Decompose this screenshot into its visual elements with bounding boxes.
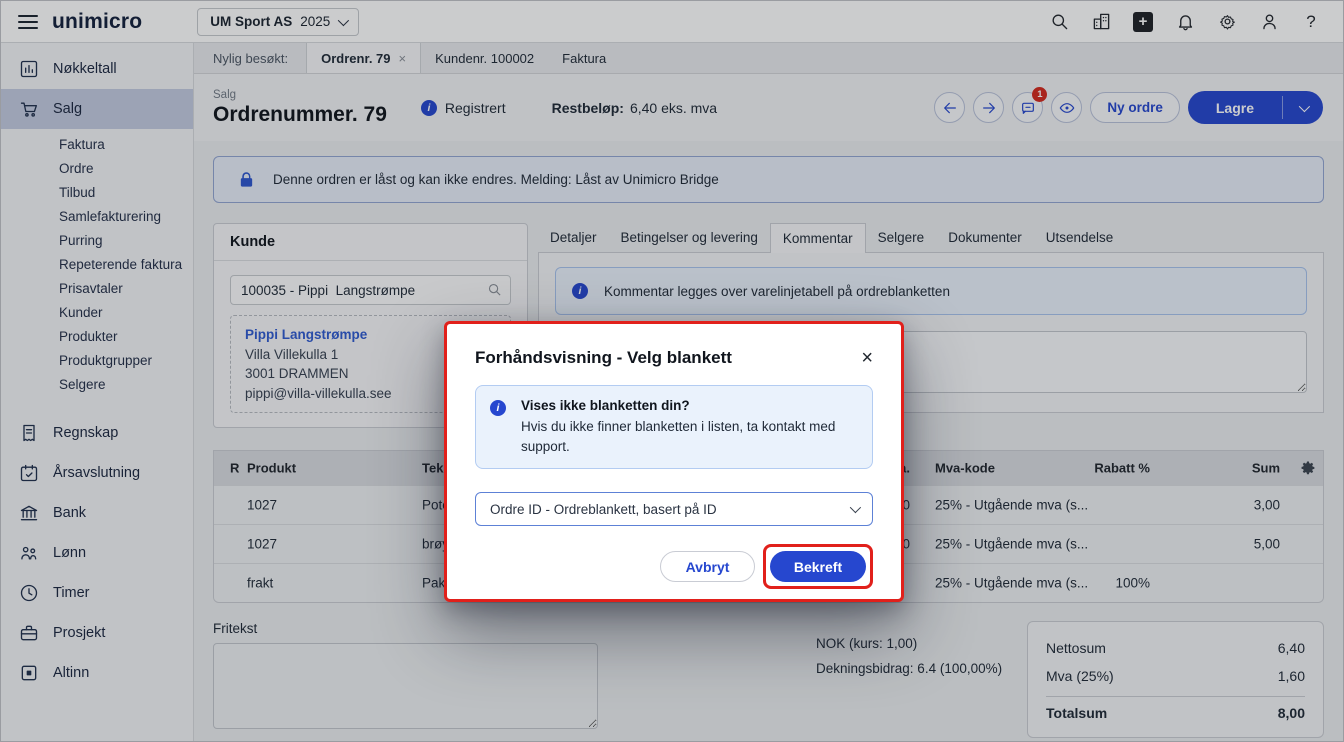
blankett-select-value: Ordre ID - Ordreblankett, basert på ID: [490, 502, 717, 517]
info-icon: i: [490, 400, 506, 416]
modal-title: Forhåndsvisning - Velg blankett: [475, 348, 732, 368]
modal-info-title: Vises ikke blanketten din?: [521, 398, 851, 413]
chevron-down-icon: [850, 502, 861, 513]
modal-info-box: i Vises ikke blanketten din? Hvis du ikk…: [475, 385, 873, 469]
cancel-button[interactable]: Avbryt: [660, 551, 755, 582]
velg-blankett-modal: Forhåndsvisning - Velg blankett × i Vise…: [444, 321, 904, 602]
confirm-button[interactable]: Bekreft: [770, 551, 866, 582]
app-frame: unimicro UM Sport AS 2025 + ? Nøkkeltall…: [0, 0, 1344, 742]
blankett-select[interactable]: Ordre ID - Ordreblankett, basert på ID: [475, 492, 873, 526]
confirm-button-highlight: Bekreft: [763, 544, 873, 589]
modal-info-body: Hvis du ikke finner blanketten i listen,…: [521, 417, 851, 456]
close-icon[interactable]: ×: [861, 348, 873, 368]
